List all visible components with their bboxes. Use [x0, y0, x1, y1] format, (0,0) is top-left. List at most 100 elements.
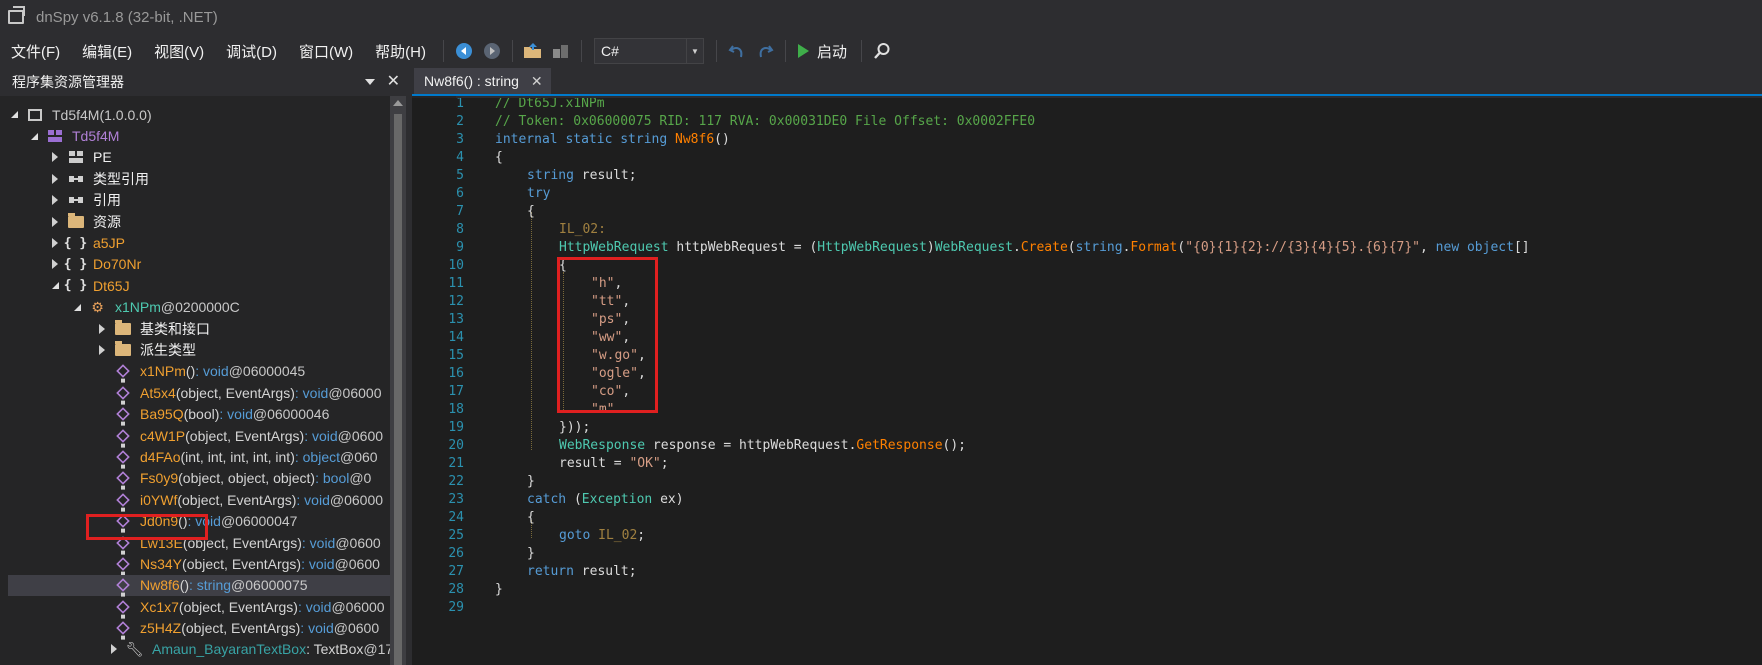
- expand-icon[interactable]: [49, 173, 61, 185]
- expand-icon[interactable]: [49, 151, 61, 163]
- method-icon: [114, 599, 131, 614]
- back-button[interactable]: [452, 39, 476, 63]
- tab-nw8f6[interactable]: Nw8f6() : string ✕: [414, 68, 551, 94]
- code-line: result = "OK";: [559, 456, 669, 471]
- tree-item-namespace[interactable]: { } Dt65J: [8, 275, 438, 296]
- folder-icon: [67, 212, 84, 229]
- menu-edit[interactable]: 编辑(E): [71, 41, 143, 62]
- tree-item-method[interactable]: At5x4 (object, EventArgs) : void @06000: [8, 382, 438, 403]
- tree-item-method-selected[interactable]: Nw8f6() : string @06000075: [8, 574, 438, 596]
- tree-item-method[interactable]: Ns34Y (object, EventArgs) : void @0600: [8, 553, 438, 574]
- menu-help[interactable]: 帮助(H): [364, 41, 437, 62]
- chevron-down-icon: ▼: [686, 39, 699, 63]
- tree-item-method[interactable]: c4W1P (object, EventArgs) : void @0600: [8, 425, 438, 446]
- tree-item-module[interactable]: Td5f4M: [8, 125, 438, 146]
- expand-icon[interactable]: [96, 323, 108, 335]
- tree-item-method[interactable]: Ba95Q (bool) : void @06000046: [8, 403, 438, 424]
- open-button[interactable]: [521, 39, 545, 63]
- expand-icon[interactable]: [49, 194, 61, 206]
- line-number: 13: [448, 312, 464, 327]
- tree-scrollbar[interactable]: [390, 96, 406, 665]
- tree-item-class[interactable]: ⚙ x1NPm @0200000C: [8, 297, 438, 318]
- editor-tab-strip: Nw8f6() : string ✕: [412, 68, 1762, 96]
- close-icon[interactable]: ✕: [531, 73, 543, 90]
- line-number: 10: [448, 258, 464, 273]
- tree-item-resources[interactable]: 资源: [8, 211, 438, 232]
- wrench-icon: 🔧︎: [125, 640, 144, 657]
- highlight-selected-method: [86, 514, 208, 540]
- code-line: WebResponse response = httpWebRequest.Ge…: [559, 438, 966, 453]
- line-number: 3: [456, 132, 464, 147]
- toolbar-separator: [715, 40, 717, 62]
- code-line: {: [527, 510, 535, 525]
- expand-icon[interactable]: [49, 216, 61, 228]
- menu-window[interactable]: 窗口(W): [288, 41, 364, 62]
- line-number: 19: [448, 420, 464, 435]
- close-icon[interactable]: ✕: [387, 74, 400, 90]
- line-number: 7: [456, 204, 464, 219]
- indent-guide: [531, 212, 532, 450]
- tree-item-derived-types[interactable]: 派生类型: [8, 339, 438, 360]
- collapse-icon[interactable]: [28, 130, 40, 142]
- highlight-string-array: [557, 257, 658, 413]
- tree-item-pe[interactable]: PE: [8, 147, 438, 168]
- line-number: 28: [448, 582, 464, 597]
- line-number: 12: [448, 294, 464, 309]
- code-editor[interactable]: 1 2 3 4 5 6 7 8 9 10 11 12 13 14 15 16 1…: [412, 98, 1762, 665]
- expand-icon[interactable]: [49, 237, 61, 249]
- panel-menu-icon[interactable]: [364, 79, 375, 85]
- toolbar-separator: [442, 40, 444, 62]
- collapse-icon[interactable]: [8, 109, 20, 121]
- menu-view[interactable]: 视图(V): [143, 41, 215, 62]
- expand-icon[interactable]: [108, 643, 120, 655]
- namespace-icon: { }: [63, 256, 88, 272]
- tree-item-method[interactable]: Lw13E (object, EventArgs) : void @0600: [8, 532, 438, 553]
- search-button[interactable]: [870, 39, 894, 63]
- expand-icon[interactable]: [49, 258, 61, 270]
- tree-item-method[interactable]: Fs0y9 (object, object, object) : bool @0: [8, 468, 438, 489]
- toolbar-separator: [511, 40, 513, 62]
- method-icon: [114, 449, 131, 464]
- method-icon: [114, 471, 131, 486]
- toolbar-separator: [860, 40, 862, 62]
- assembly-tree: Td5f4M (1.0.0.0) Td5f4M PE 类型引用 引用 资源 {…: [8, 104, 438, 665]
- tree-item-namespace[interactable]: { } Do70Nr: [8, 254, 438, 275]
- language-select[interactable]: C# ▼: [593, 38, 704, 64]
- tree-item-base-types[interactable]: 基类和接口: [8, 318, 438, 339]
- collapse-icon[interactable]: [71, 301, 83, 313]
- forward-button[interactable]: [480, 39, 504, 63]
- undo-button[interactable]: [725, 39, 749, 63]
- tree-item-method[interactable]: x1NPm() : void @06000045: [8, 361, 438, 382]
- open-list-button[interactable]: [549, 39, 573, 63]
- collapse-icon[interactable]: [49, 280, 61, 292]
- start-debug-button[interactable]: 启动: [797, 41, 847, 62]
- menu-file[interactable]: 文件(F): [0, 41, 71, 62]
- line-number: 4: [456, 150, 464, 165]
- toolbar-separator: [784, 40, 786, 62]
- redo-button[interactable]: [753, 39, 777, 63]
- expand-icon[interactable]: [96, 344, 108, 356]
- scrollbar-thumb[interactable]: [394, 114, 402, 665]
- tree-item-method[interactable]: Xc1x7 (object, EventArgs) : void @06000: [8, 596, 438, 617]
- tree-item-method[interactable]: d4FAo (int, int, int, int, int) : object …: [8, 446, 438, 467]
- tree-item-namespace[interactable]: { } a5JP: [8, 232, 438, 253]
- tree-item-field[interactable]: 🔧︎ Amaun_BayaranTextBox : TextBox @17(: [8, 639, 438, 660]
- title-bar: dnSpy v6.1.8 (32-bit, .NET): [0, 0, 1762, 34]
- code-line: internal static string Nw8f6(): [495, 132, 730, 147]
- tree-item-method[interactable]: z5H4Z (object, EventArgs) : void @0600: [8, 617, 438, 638]
- tree-item-references[interactable]: 引用: [8, 190, 438, 211]
- line-number: 6: [456, 186, 464, 201]
- line-number: 16: [448, 366, 464, 381]
- tree-item-assembly[interactable]: Td5f4M (1.0.0.0): [8, 104, 438, 125]
- tree-item-method[interactable]: i0YWf (object, EventArgs) : void @06000: [8, 489, 438, 510]
- tree-item-method[interactable]: Jd0n9() : void @06000047: [8, 510, 438, 531]
- menu-debug[interactable]: 调试(D): [215, 41, 288, 62]
- line-number: 25: [448, 528, 464, 543]
- scroll-up-icon[interactable]: [393, 100, 403, 106]
- line-number: 15: [448, 348, 464, 363]
- namespace-icon: { }: [63, 235, 88, 251]
- panel-title: 程序集资源管理器: [12, 74, 124, 90]
- method-icon: [114, 428, 131, 443]
- window-title: dnSpy v6.1.8 (32-bit, .NET): [36, 8, 218, 26]
- tree-item-type-references[interactable]: 类型引用: [8, 168, 438, 189]
